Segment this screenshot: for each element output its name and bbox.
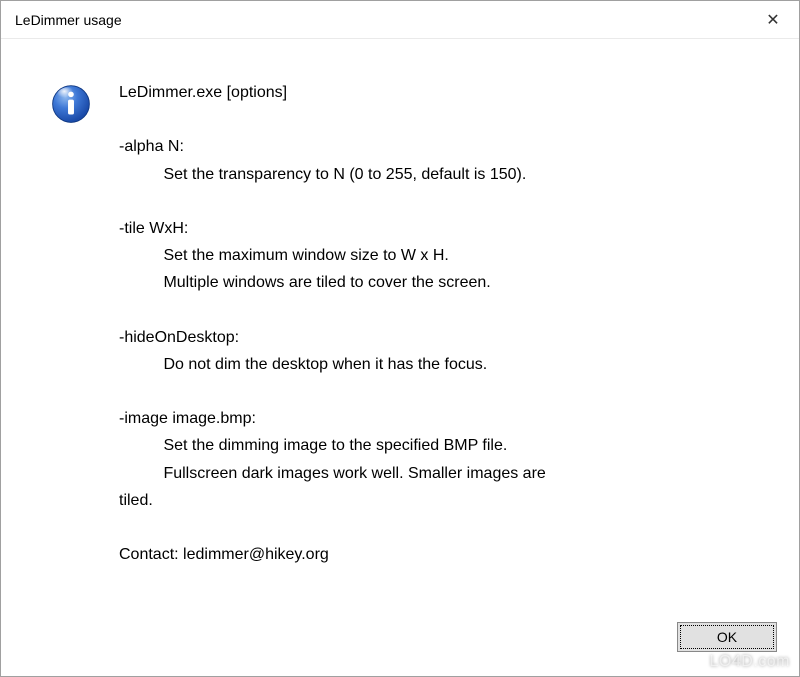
- window-title: LeDimmer usage: [15, 12, 122, 28]
- titlebar: LeDimmer usage ✕: [1, 1, 799, 39]
- info-icon: [50, 83, 92, 125]
- message-line: -hideOnDesktop:: [119, 324, 769, 351]
- message-line: [119, 297, 769, 324]
- content-area: LeDimmer.exe [options] -alpha N: Set the…: [1, 39, 799, 610]
- message-line: [119, 514, 769, 541]
- message-line: [119, 378, 769, 405]
- message-text: LeDimmer.exe [options] -alpha N: Set the…: [101, 79, 769, 568]
- message-line: tiled.: [119, 487, 769, 514]
- message-line: [119, 106, 769, 133]
- button-row: OK: [1, 610, 799, 676]
- message-line: Multiple windows are tiled to cover the …: [119, 269, 769, 296]
- ok-button[interactable]: OK: [677, 622, 777, 652]
- message-line: -alpha N:: [119, 133, 769, 160]
- icon-column: [41, 79, 101, 125]
- close-button[interactable]: ✕: [747, 1, 799, 39]
- message-line: [119, 188, 769, 215]
- message-line: Contact: ledimmer@hikey.org: [119, 541, 769, 568]
- dialog-window: LeDimmer usage ✕: [0, 0, 800, 677]
- message-line: Fullscreen dark images work well. Smalle…: [119, 460, 769, 487]
- message-line: Do not dim the desktop when it has the f…: [119, 351, 769, 378]
- message-line: Set the maximum window size to W x H.: [119, 242, 769, 269]
- message-line: LeDimmer.exe [options]: [119, 79, 769, 106]
- close-icon: ✕: [766, 10, 779, 30]
- message-line: -tile WxH:: [119, 215, 769, 242]
- message-line: Set the dimming image to the specified B…: [119, 432, 769, 459]
- message-line: -image image.bmp:: [119, 405, 769, 432]
- message-line: Set the transparency to N (0 to 255, def…: [119, 161, 769, 188]
